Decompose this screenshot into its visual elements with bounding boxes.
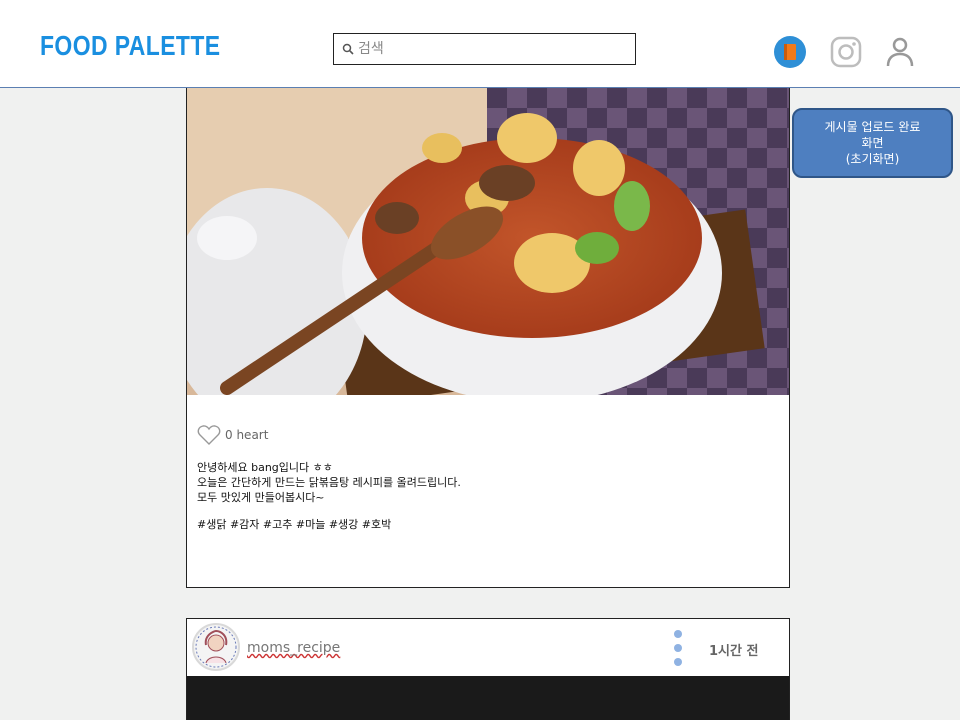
caption-line: 안녕하세요 bang입니다 ㅎㅎ	[197, 461, 333, 474]
avatar[interactable]	[192, 623, 240, 671]
user-icon[interactable]	[882, 34, 918, 70]
annotation-note: 게시물 업로드 완료 화면 (초기화면)	[792, 108, 953, 178]
post-image[interactable]	[187, 88, 789, 395]
caption-line: 오늘은 간단하게 만드는 닭볶음탕 레시피를 올려드립니다.	[197, 476, 461, 489]
post-caption: 안녕하세요 bang입니다 ㅎㅎ 오늘은 간단하게 만드는 닭볶음탕 레시피를 …	[197, 460, 461, 532]
post-image[interactable]	[187, 676, 789, 720]
caption-line: 모두 맛있게 만들어봅시다~	[197, 491, 325, 504]
note-line: 게시물 업로드 완료	[824, 120, 921, 134]
more-vert-icon[interactable]	[673, 629, 683, 667]
instagram-icon[interactable]	[828, 34, 864, 70]
like-count: 0 heart	[225, 428, 269, 442]
hashtags[interactable]: #생닭 #감자 #고추 #마늘 #생강 #호박	[197, 517, 461, 532]
post-header: moms_recipe 1시간 전	[187, 619, 789, 676]
app-logo[interactable]: FOOD PALETTE	[40, 30, 221, 62]
heart-icon[interactable]	[197, 424, 221, 446]
top-header: FOOD PALETTE	[0, 0, 960, 88]
book-icon[interactable]	[772, 34, 808, 70]
username[interactable]: moms_recipe	[247, 640, 340, 656]
note-line: (초기화면)	[845, 152, 900, 166]
post-card: moms_recipe 1시간 전	[186, 618, 790, 720]
note-line: 화면	[861, 136, 884, 150]
post-timestamp: 1시간 전	[709, 644, 759, 659]
search-input[interactable]	[358, 35, 635, 63]
search-icon	[342, 43, 354, 55]
like-section: 0 heart	[197, 424, 268, 446]
search-bar[interactable]	[333, 33, 636, 65]
post-card: 0 heart 안녕하세요 bang입니다 ㅎㅎ 오늘은 간단하게 만드는 닭볶…	[186, 88, 790, 588]
